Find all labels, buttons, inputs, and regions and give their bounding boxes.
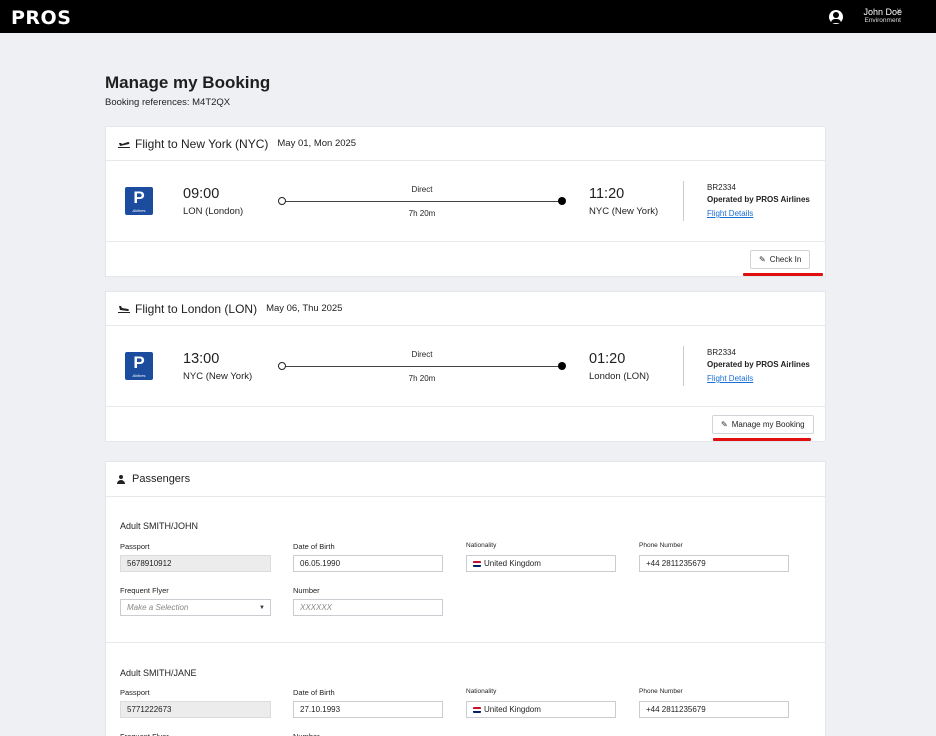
plane-arrival-icon — [118, 305, 130, 313]
divider — [683, 346, 684, 386]
frequent-flyer-number-input[interactable]: XXXXXX — [293, 599, 443, 616]
phone-field[interactable]: +44 2811235679 — [639, 555, 789, 572]
flight-number: BR2334 — [707, 183, 736, 192]
passport-field: 5678910912 — [120, 555, 271, 572]
departure-city: LON (London) — [183, 206, 244, 217]
departure-time: 13:00 — [183, 351, 220, 367]
destination-dot — [558, 362, 566, 370]
arrival-city: London (LON) — [589, 371, 650, 382]
dob-label: Date of Birth — [293, 542, 335, 551]
operated-by: Operated by PROS Airlines — [707, 195, 810, 204]
frequent-flyer-select[interactable]: Make a Selection ▼ — [120, 599, 271, 616]
pencil-icon: ✎ — [721, 420, 728, 429]
phone-label: Phone Number — [639, 542, 683, 549]
route-line — [282, 366, 563, 367]
arrival-city: NYC (New York) — [589, 206, 659, 217]
flight-details-link[interactable]: Flight Details — [707, 209, 753, 218]
flight-details: P Airlines 09:00 LON (London) Direct 7h … — [106, 161, 825, 242]
passengers-card: Passengers Adult SMITH/JOHN Passport 567… — [105, 461, 826, 736]
nationality-label: Nationality — [466, 542, 497, 549]
passport-label: Passport — [120, 688, 150, 697]
pros-logo[interactable]: PROS — [11, 7, 71, 29]
flight-date: May 06, Thu 2025 — [266, 303, 343, 314]
annotation-underline — [713, 438, 811, 441]
manage-booking-button[interactable]: ✎ Manage my Booking — [712, 415, 814, 434]
passport-field: 5771222673 — [120, 701, 271, 718]
flight-card-footer: ✎ Manage my Booking — [106, 407, 825, 441]
origin-dot — [278, 197, 286, 205]
passenger-name: Adult SMITH/JOHN — [120, 521, 199, 531]
departure-city: NYC (New York) — [183, 371, 253, 382]
origin-dot — [278, 362, 286, 370]
frequent-flyer-label: Frequent Flyer — [120, 586, 169, 595]
flight-card-return: Flight to London (LON) May 06, Thu 2025 … — [105, 291, 826, 442]
departure-time: 09:00 — [183, 186, 220, 202]
flight-card-footer: ✎ Check In — [106, 242, 825, 276]
dob-field[interactable]: 06.05.1990 — [293, 555, 443, 572]
duration-label: 7h 20m — [408, 374, 436, 383]
flight-details-link[interactable]: Flight Details — [707, 374, 753, 383]
flight-number: BR2334 — [707, 348, 736, 357]
number-label: Number — [293, 732, 320, 736]
flight-card-header: Flight to New York (NYC) May 01, Mon 202… — [106, 127, 825, 161]
flight-card-header: Flight to London (LON) May 06, Thu 2025 — [106, 292, 825, 326]
pencil-icon: ✎ — [759, 255, 766, 264]
dob-field[interactable]: 27.10.1993 — [293, 701, 443, 718]
caret-down-icon: ▼ — [259, 604, 265, 611]
manage-booking-label: Manage my Booking — [731, 420, 805, 429]
user-avatar-icon[interactable] — [829, 10, 843, 24]
stops-label: Direct — [411, 185, 433, 194]
user-environment: Environment — [864, 17, 901, 24]
flight-title: Flight to London (LON) — [135, 301, 258, 316]
airline-logo: P Airlines — [125, 352, 153, 380]
uk-flag-icon — [473, 706, 481, 713]
arrival-time: 01:20 — [589, 351, 626, 367]
flight-details: P Airlines 13:00 NYC (New York) Direct 7… — [106, 326, 825, 407]
flight-date: May 01, Mon 2025 — [277, 138, 357, 149]
uk-flag-icon — [473, 560, 481, 567]
phone-label: Phone Number — [639, 688, 683, 695]
flight-title: Flight to New York (NYC) — [135, 136, 269, 151]
arrival-time: 11:20 — [589, 186, 625, 202]
route-line — [282, 201, 563, 202]
nationality-field[interactable]: United Kingdom — [466, 701, 616, 718]
dob-label: Date of Birth — [293, 688, 335, 697]
passenger-name: Adult SMITH/JANE — [120, 668, 197, 678]
frequent-flyer-label: Frequent Flyer — [120, 732, 169, 736]
check-in-button[interactable]: ✎ Check In — [750, 250, 811, 269]
passenger-section: Adult SMITH/JOHN Passport 5678910912 Dat… — [106, 497, 825, 642]
passengers-header: Passengers — [106, 462, 825, 497]
passport-label: Passport — [120, 542, 150, 551]
phone-field[interactable]: +44 2811235679 — [639, 701, 789, 718]
number-label: Number — [293, 586, 320, 595]
airline-logo: P Airlines — [125, 187, 153, 215]
duration-label: 7h 20m — [408, 209, 436, 218]
top-bar: PROS John Doe Environment ˅ — [0, 0, 936, 33]
passengers-title: Passengers — [132, 473, 191, 485]
destination-dot — [558, 197, 566, 205]
plane-departure-icon — [118, 141, 130, 148]
chevron-down-icon[interactable]: ˅ — [897, 8, 901, 15]
operated-by: Operated by PROS Airlines — [707, 360, 810, 369]
divider — [683, 181, 684, 221]
person-icon — [117, 474, 126, 484]
booking-reference: Booking references: M4T2QX — [105, 97, 231, 108]
nationality-field[interactable]: United Kingdom — [466, 555, 616, 572]
stops-label: Direct — [411, 350, 433, 359]
check-in-label: Check In — [769, 255, 802, 264]
flight-card-outbound: Flight to New York (NYC) May 01, Mon 202… — [105, 126, 826, 277]
annotation-underline — [743, 273, 823, 276]
nationality-label: Nationality — [466, 688, 497, 695]
page-title: Manage my Booking — [105, 73, 271, 92]
passenger-section: Adult SMITH/JANE Passport 5771222673 Dat… — [106, 643, 825, 736]
